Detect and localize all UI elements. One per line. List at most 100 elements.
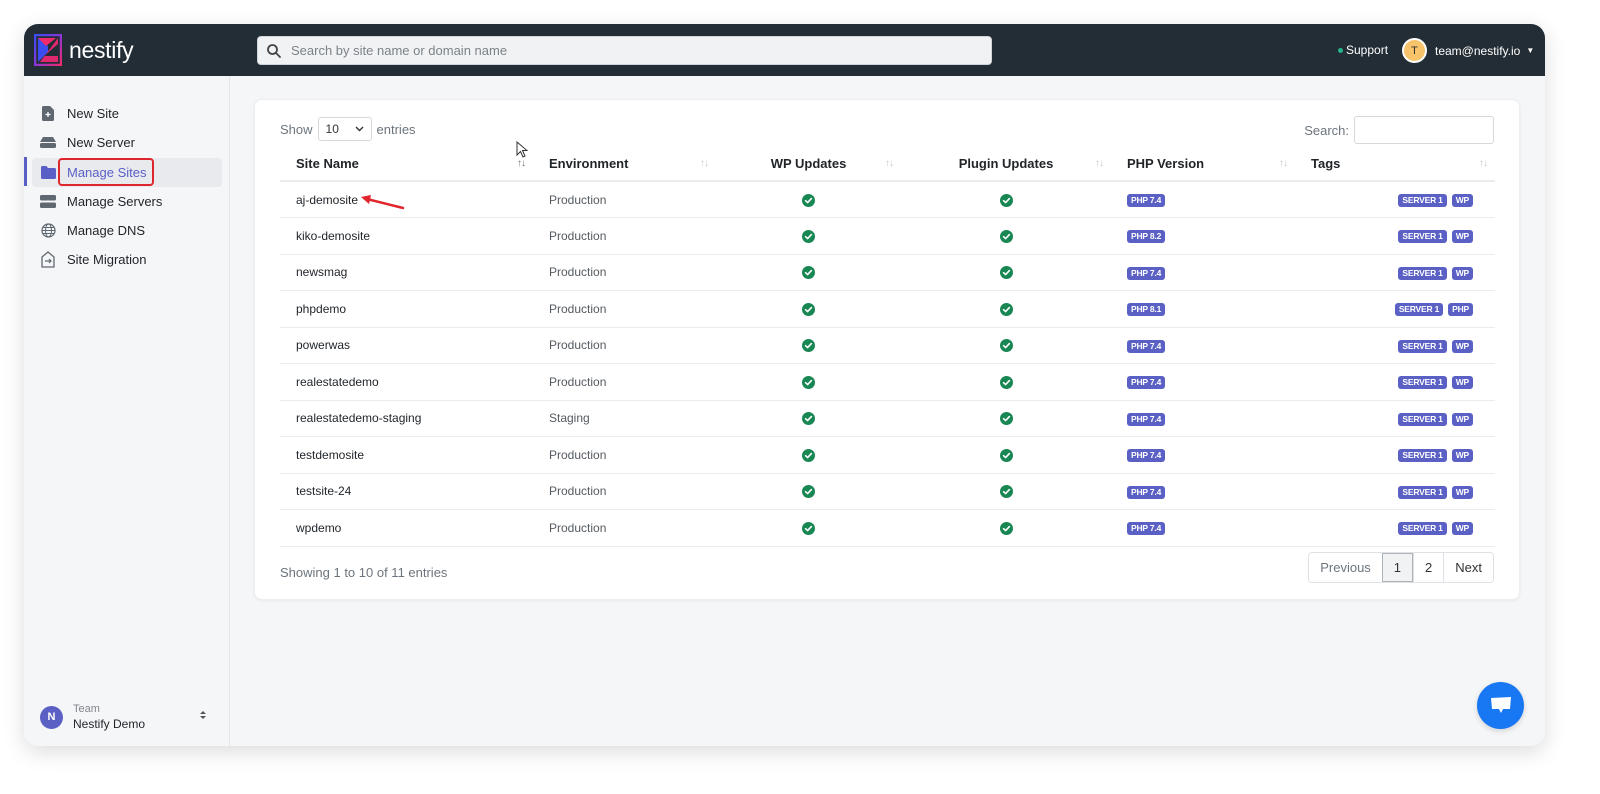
site-name-link[interactable]: wpdemo bbox=[296, 521, 341, 535]
cell-tags: SERVER 1 WP bbox=[1295, 254, 1495, 291]
table-row[interactable]: realestatedemo Production PHP 7.4 SERVER 1 W… bbox=[280, 363, 1495, 401]
global-search[interactable] bbox=[257, 36, 992, 65]
column-header-php-version[interactable]: PHP Version ↑↓ bbox=[1111, 147, 1295, 182]
sort-icon[interactable]: ↑↓ bbox=[1279, 158, 1288, 169]
sidebar-item-manage-servers[interactable]: Manage Servers bbox=[32, 187, 222, 216]
column-label: Tags bbox=[1311, 156, 1341, 171]
sidebar-item-new-server[interactable]: New Server bbox=[32, 128, 222, 157]
sort-icon[interactable]: ↑↓ bbox=[517, 158, 526, 169]
brand-logo[interactable]: nestify bbox=[34, 34, 134, 66]
team-avatar: N bbox=[40, 705, 63, 729]
site-name-link[interactable]: phpdemo bbox=[296, 302, 346, 316]
table-row[interactable]: testdemosite Production PHP 7.4 SERVER 1 WP bbox=[280, 436, 1495, 474]
table-header-row: Site Name ↑↓ Environment ↑↓ WP Updates ↑↓ P… bbox=[280, 147, 1495, 182]
column-header-site-name[interactable]: Site Name ↑↓ bbox=[280, 147, 533, 182]
site-name-link[interactable]: realestatedemo-staging bbox=[296, 411, 421, 425]
pagination-page-1[interactable]: 1 bbox=[1381, 553, 1414, 582]
table-row[interactable]: wpdemo Production PHP 7.4 SERVER 1 WP bbox=[280, 509, 1495, 547]
sidebar-item-manage-sites[interactable]: Manage Sites bbox=[32, 158, 222, 187]
check-circle-icon bbox=[802, 229, 815, 243]
top-bar: nestify Support T team@nestify.io ▼ bbox=[24, 24, 1545, 76]
cell-site-name: phpdemo bbox=[280, 290, 533, 328]
cell-php-version: PHP 8.2 bbox=[1111, 217, 1295, 255]
cell-site-name: kiko-demosite bbox=[280, 217, 533, 255]
chat-button[interactable] bbox=[1477, 682, 1524, 729]
status-dot-icon bbox=[1338, 47, 1343, 53]
support-link[interactable]: Support bbox=[1338, 43, 1388, 57]
cell-wp-updates bbox=[716, 290, 901, 328]
pagination-page-2[interactable]: 2 bbox=[1413, 553, 1444, 582]
cell-tags: SERVER 1 WP bbox=[1295, 509, 1495, 547]
cell-wp-updates bbox=[716, 327, 901, 364]
column-header-plugin-updates[interactable]: Plugin Updates ↑↓ bbox=[901, 147, 1111, 182]
cell-site-name: newsmag bbox=[280, 254, 533, 291]
sort-icon[interactable]: ↑↓ bbox=[1095, 158, 1104, 169]
php-version-badge: PHP 7.4 bbox=[1127, 522, 1166, 536]
sort-icon[interactable]: ↑↓ bbox=[1479, 158, 1488, 169]
cell-php-version: PHP 7.4 bbox=[1111, 436, 1295, 474]
showing-entries-text: Showing 1 to 10 of 11 entries bbox=[280, 565, 448, 580]
check-circle-icon bbox=[802, 338, 815, 353]
table-body: aj-demosite Production PHP 7.4 SERVER 1 WP ki… bbox=[280, 181, 1495, 547]
tag-badge: WP bbox=[1451, 376, 1473, 390]
cell-wp-updates bbox=[716, 254, 901, 291]
column-header-tags[interactable]: Tags ↑↓ bbox=[1295, 147, 1495, 182]
check-circle-icon bbox=[802, 448, 815, 462]
page-size-select[interactable]: 10 bbox=[317, 117, 372, 141]
team-switcher[interactable]: N Team Nestify Demo bbox=[40, 702, 220, 732]
switch-chevrons-icon[interactable] bbox=[198, 709, 208, 721]
table-search-input[interactable] bbox=[1354, 116, 1494, 144]
cell-php-version: PHP 7.4 bbox=[1111, 473, 1295, 510]
tag-badge: WP bbox=[1451, 485, 1473, 499]
cell-environment: Staging bbox=[533, 400, 716, 437]
cell-tags: SERVER 1 PHP bbox=[1295, 290, 1495, 328]
sort-icon[interactable]: ↑↓ bbox=[700, 158, 709, 169]
php-version-badge: PHP 8.2 bbox=[1127, 230, 1166, 244]
column-label: Plugin Updates bbox=[958, 156, 1054, 171]
folder-icon bbox=[40, 165, 56, 181]
global-search-input[interactable] bbox=[291, 43, 991, 58]
table-row[interactable]: realestatedemo-staging Staging PHP 7.4 SERV… bbox=[280, 400, 1495, 437]
sidebar-item-label: Manage DNS bbox=[67, 223, 146, 238]
page-size-control: Show 10 entries bbox=[280, 117, 416, 141]
sidebar-item-label: New Site bbox=[67, 106, 120, 121]
table-row[interactable]: aj-demosite Production PHP 7.4 SERVER 1 WP bbox=[280, 181, 1495, 218]
cell-site-name: wpdemo bbox=[280, 509, 533, 547]
site-name-link[interactable]: powerwas bbox=[296, 338, 350, 352]
table-row[interactable]: phpdemo Production PHP 8.1 SERVER 1 PHP bbox=[280, 290, 1495, 328]
check-circle-icon bbox=[999, 265, 1013, 280]
cell-php-version: PHP 7.4 bbox=[1111, 254, 1295, 291]
table-row[interactable]: newsmag Production PHP 7.4 SERVER 1 WP bbox=[280, 254, 1495, 291]
table-row[interactable]: powerwas Production PHP 7.4 SERVER 1 WP bbox=[280, 327, 1495, 364]
site-name-link[interactable]: testsite-24 bbox=[296, 484, 351, 498]
cell-tags: SERVER 1 WP bbox=[1295, 217, 1495, 255]
sort-icon[interactable]: ↑↓ bbox=[885, 158, 894, 169]
cell-plugin-updates bbox=[901, 436, 1111, 474]
pagination-previous[interactable]: Previous bbox=[1309, 553, 1382, 582]
site-name-link[interactable]: testdemosite bbox=[296, 448, 364, 462]
sidebar-item-manage-dns[interactable]: Manage DNS bbox=[32, 216, 222, 245]
site-name-link[interactable]: newsmag bbox=[296, 265, 347, 279]
tag-badge: SERVER 1 bbox=[1398, 266, 1447, 280]
site-name-link[interactable]: realestatedemo bbox=[296, 375, 379, 389]
site-name-link[interactable]: kiko-demosite bbox=[296, 229, 370, 243]
site-name-link[interactable]: aj-demosite bbox=[296, 193, 358, 207]
sidebar-item-new-site[interactable]: New Site bbox=[32, 99, 222, 128]
column-header-wp-updates[interactable]: WP Updates ↑↓ bbox=[716, 147, 901, 182]
check-circle-icon bbox=[802, 375, 815, 389]
cell-tags: SERVER 1 WP bbox=[1295, 400, 1495, 437]
table-search: Search: bbox=[1304, 116, 1494, 144]
column-header-environment[interactable]: Environment ↑↓ bbox=[533, 147, 716, 182]
sidebar-item-label: Manage Sites bbox=[67, 165, 147, 180]
column-label: Environment bbox=[549, 156, 629, 171]
tag-badge: SERVER 1 bbox=[1398, 339, 1447, 353]
sidebar-item-site-migration[interactable]: Site Migration bbox=[32, 245, 222, 274]
table-row[interactable]: testsite-24 Production PHP 7.4 SERVER 1 WP bbox=[280, 473, 1495, 510]
sidebar: New Site New Server Manage Sites Manage … bbox=[24, 76, 230, 746]
user-menu[interactable]: T team@nestify.io ▼ bbox=[1402, 38, 1534, 63]
cell-tags: SERVER 1 WP bbox=[1295, 436, 1495, 474]
pagination-next[interactable]: Next bbox=[1443, 553, 1493, 582]
php-version-badge: PHP 7.4 bbox=[1127, 194, 1166, 207]
table-row[interactable]: kiko-demosite Production PHP 8.2 SERVER 1 WP bbox=[280, 217, 1495, 255]
cell-wp-updates bbox=[716, 436, 901, 474]
